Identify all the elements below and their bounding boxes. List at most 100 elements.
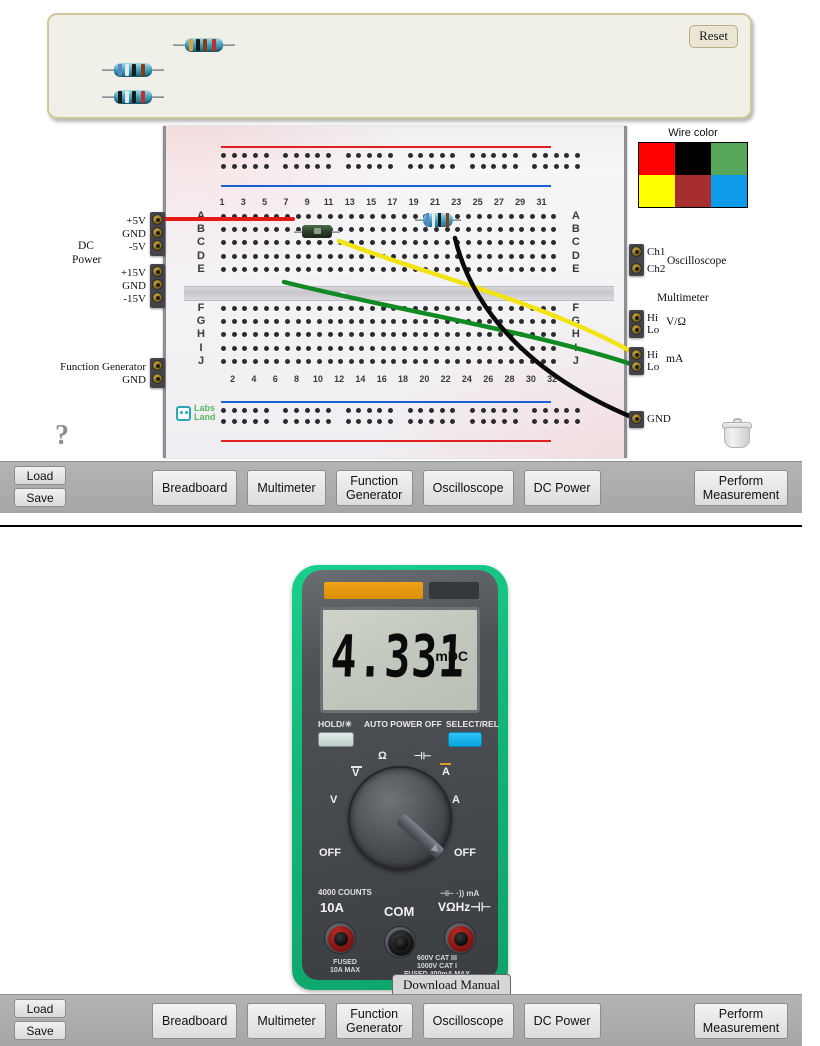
breadboard-hole[interactable] — [242, 319, 248, 325]
breadboard-hole[interactable] — [284, 358, 290, 364]
rail-hole[interactable] — [564, 153, 570, 158]
rail-hole[interactable] — [283, 419, 289, 424]
breadboard-hole[interactable] — [231, 253, 237, 259]
rail-hole[interactable] — [512, 153, 518, 158]
terminal-jack-gnd[interactable] — [631, 413, 642, 424]
breadboard-hole[interactable] — [551, 227, 557, 233]
breadboard-hole[interactable] — [412, 253, 418, 259]
rail-hole[interactable] — [407, 153, 413, 158]
tab-function-generator[interactable]: Function Generator — [335, 1003, 413, 1039]
breadboard-hole[interactable] — [295, 319, 301, 325]
rail-hole[interactable] — [574, 408, 580, 413]
rail-hole[interactable] — [512, 164, 518, 169]
breadboard-hole[interactable] — [295, 266, 301, 272]
breadboard-hole[interactable] — [497, 345, 503, 351]
breadboard-hole[interactable] — [476, 306, 482, 311]
trash-icon[interactable] — [722, 418, 752, 450]
breadboard-hole[interactable] — [231, 306, 237, 311]
breadboard-hole[interactable] — [476, 214, 482, 219]
breadboard-hole[interactable] — [476, 227, 482, 233]
breadboard-hole[interactable] — [274, 332, 280, 338]
tray-resistor-2[interactable] — [102, 62, 164, 78]
rail-hole[interactable] — [304, 419, 310, 424]
breadboard-hole[interactable] — [551, 358, 557, 364]
breadboard-hole[interactable] — [338, 319, 344, 325]
rail-hole[interactable] — [553, 419, 559, 424]
breadboard-hole[interactable] — [540, 214, 546, 219]
breadboard-hole[interactable] — [551, 240, 557, 246]
breadboard-hole[interactable] — [540, 319, 546, 325]
breadboard-hole[interactable] — [221, 345, 226, 351]
wire-color-black[interactable] — [675, 143, 711, 175]
tab-multimeter[interactable]: Multimeter — [247, 470, 326, 506]
rail-hole[interactable] — [501, 419, 507, 424]
breadboard-hole[interactable] — [402, 345, 408, 351]
breadboard-hole[interactable] — [551, 214, 557, 219]
wire-color-palette[interactable] — [638, 142, 748, 208]
breadboard-hole[interactable] — [263, 214, 269, 219]
rail-hole[interactable] — [221, 153, 226, 158]
save-button[interactable]: Save — [14, 1021, 66, 1040]
select-rel-button[interactable] — [448, 732, 482, 747]
board-resistor-a17[interactable] — [415, 213, 461, 227]
wire-color-green[interactable] — [711, 143, 747, 175]
breadboard-hole[interactable] — [508, 240, 514, 246]
breadboard-hole[interactable] — [540, 227, 546, 233]
breadboard-hole[interactable] — [465, 358, 471, 364]
terminal-jack-minus15v[interactable] — [152, 292, 163, 303]
rail-hole[interactable] — [283, 408, 289, 413]
breadboard-hole[interactable] — [221, 306, 226, 311]
breadboard-hole[interactable] — [444, 266, 450, 272]
rail-hole[interactable] — [315, 419, 321, 424]
breadboard-hole[interactable] — [455, 240, 461, 246]
perform-measurement-button[interactable]: Perform Measurement — [694, 470, 788, 506]
rail-hole[interactable] — [418, 153, 424, 158]
breadboard-hole[interactable] — [508, 319, 514, 325]
rail-hole[interactable] — [252, 419, 258, 424]
tab-multimeter[interactable]: Multimeter — [247, 1003, 326, 1039]
rail-hole[interactable] — [366, 408, 372, 413]
breadboard-hole[interactable] — [434, 358, 439, 364]
rail-hole[interactable] — [221, 408, 226, 413]
breadboard-hole[interactable] — [274, 358, 280, 364]
breadboard-hole[interactable] — [370, 345, 376, 351]
jack-10a[interactable] — [324, 922, 356, 954]
breadboard-hole[interactable] — [423, 240, 429, 246]
breadboard-hole[interactable] — [465, 214, 471, 219]
breadboard-hole[interactable] — [508, 358, 514, 364]
load-button[interactable]: Load — [14, 999, 66, 1018]
breadboard-hole[interactable] — [465, 240, 471, 246]
rail-hole[interactable] — [429, 153, 435, 158]
breadboard-hole[interactable] — [348, 266, 354, 272]
breadboard-hole[interactable] — [263, 332, 269, 338]
breadboard-hole[interactable] — [497, 214, 503, 219]
breadboard-hole[interactable] — [423, 253, 429, 259]
breadboard-hole[interactable] — [231, 319, 237, 325]
breadboard-hole[interactable] — [327, 345, 333, 351]
breadboard-hole[interactable] — [284, 319, 290, 325]
rail-hole[interactable] — [231, 419, 237, 424]
rail-hole[interactable] — [345, 164, 351, 169]
rail-hole[interactable] — [366, 419, 372, 424]
breadboard-hole[interactable] — [295, 214, 301, 219]
tab-breadboard[interactable]: Breadboard — [152, 1003, 238, 1039]
breadboard-hole[interactable] — [306, 345, 312, 351]
rail-hole[interactable] — [491, 164, 497, 169]
wire-color-blue[interactable] — [711, 175, 747, 207]
breadboard-hole[interactable] — [412, 358, 418, 364]
breadboard-hole[interactable] — [540, 266, 546, 272]
breadboard-hole[interactable] — [295, 345, 301, 351]
breadboard-hole[interactable] — [348, 319, 354, 325]
rail-hole[interactable] — [574, 164, 580, 169]
breadboard-hole[interactable] — [465, 227, 471, 233]
breadboard-hole[interactable] — [231, 227, 237, 233]
rail-hole[interactable] — [470, 153, 475, 158]
rail-hole[interactable] — [470, 419, 475, 424]
breadboard-hole[interactable] — [540, 240, 546, 246]
breadboard-hole[interactable] — [508, 253, 514, 259]
breadboard-hole[interactable] — [476, 345, 482, 351]
rail-hole[interactable] — [231, 164, 237, 169]
breadboard-hole[interactable] — [338, 332, 344, 338]
breadboard-hole[interactable] — [519, 358, 525, 364]
breadboard-hole[interactable] — [434, 227, 439, 233]
